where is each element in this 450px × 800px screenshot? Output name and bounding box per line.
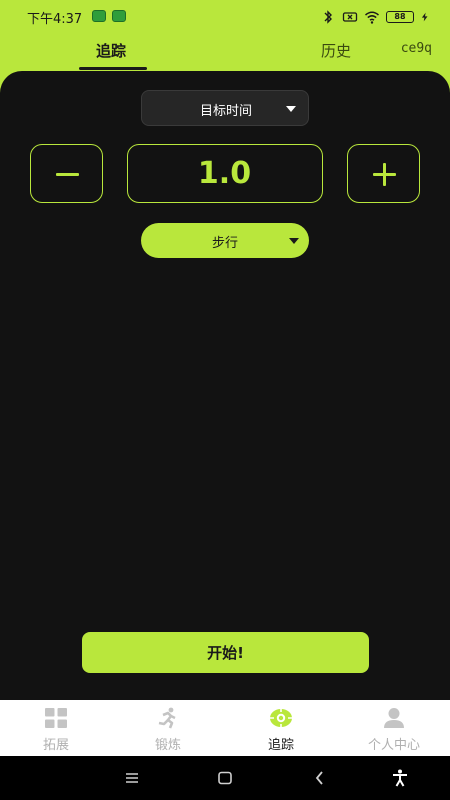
target-icon: [269, 707, 293, 729]
charging-icon: [421, 12, 428, 22]
status-bar: 下午4:37 88: [0, 0, 450, 34]
back-icon[interactable]: [310, 768, 330, 788]
grid-icon: [45, 708, 67, 728]
tab-track[interactable]: 追踪: [96, 40, 126, 61]
home-icon[interactable]: [215, 768, 235, 788]
nav-item-exercise[interactable]: 锻炼: [112, 700, 224, 756]
accessibility-icon[interactable]: [390, 768, 410, 788]
bluetooth-icon: [324, 10, 332, 24]
running-icon: [158, 707, 176, 729]
target-dropdown[interactable]: 目标时间: [141, 90, 309, 126]
nav-label-profile: 个人中心: [367, 738, 420, 753]
caret-down-icon: [289, 238, 299, 244]
minus-icon: [56, 173, 79, 176]
sim-disabled-icon: [342, 12, 358, 22]
increment-button[interactable]: [347, 144, 420, 203]
nav-label-track: 追踪: [267, 738, 294, 753]
start-button-label: 开始!: [207, 644, 244, 662]
top-tabs: 追踪 历史 ce9q: [0, 34, 450, 72]
wifi-icon: [365, 11, 379, 24]
nav-label-exercise: 锻炼: [154, 738, 181, 753]
bottom-nav: 拓展 锻炼 追踪 个人中心: [0, 700, 450, 756]
activity-mode-label: 步行: [211, 236, 238, 251]
person-icon: [384, 708, 404, 728]
target-value-display: 1.0: [127, 144, 323, 203]
active-tab-indicator: [79, 67, 147, 70]
status-time: 下午4:37: [27, 12, 83, 27]
tab-history[interactable]: 历史: [321, 40, 351, 61]
activity-mode-dropdown[interactable]: 步行: [141, 223, 309, 258]
decrement-button[interactable]: [30, 144, 103, 203]
system-nav-bar: [0, 756, 450, 800]
tracker-panel: 目标时间 1.0 步行 开始!: [0, 71, 450, 700]
nav-item-extend[interactable]: 拓展: [0, 700, 112, 756]
plus-icon: [383, 163, 386, 186]
caret-down-icon: [286, 106, 296, 112]
target-dropdown-label: 目标时间: [199, 104, 252, 119]
menu-icon[interactable]: [122, 768, 142, 788]
battery-icon: 88: [386, 11, 414, 23]
nav-item-profile[interactable]: 个人中心: [338, 700, 450, 756]
nav-label-extend: 拓展: [42, 738, 69, 753]
target-value: 1.0: [197, 156, 252, 191]
nav-item-track[interactable]: 追踪: [225, 700, 337, 756]
status-icons: 88: [320, 8, 430, 26]
start-button[interactable]: 开始!: [82, 632, 369, 673]
notification-app-icon: [92, 10, 106, 22]
notification-app-icon: [112, 10, 126, 22]
user-id[interactable]: ce9q: [401, 41, 432, 56]
